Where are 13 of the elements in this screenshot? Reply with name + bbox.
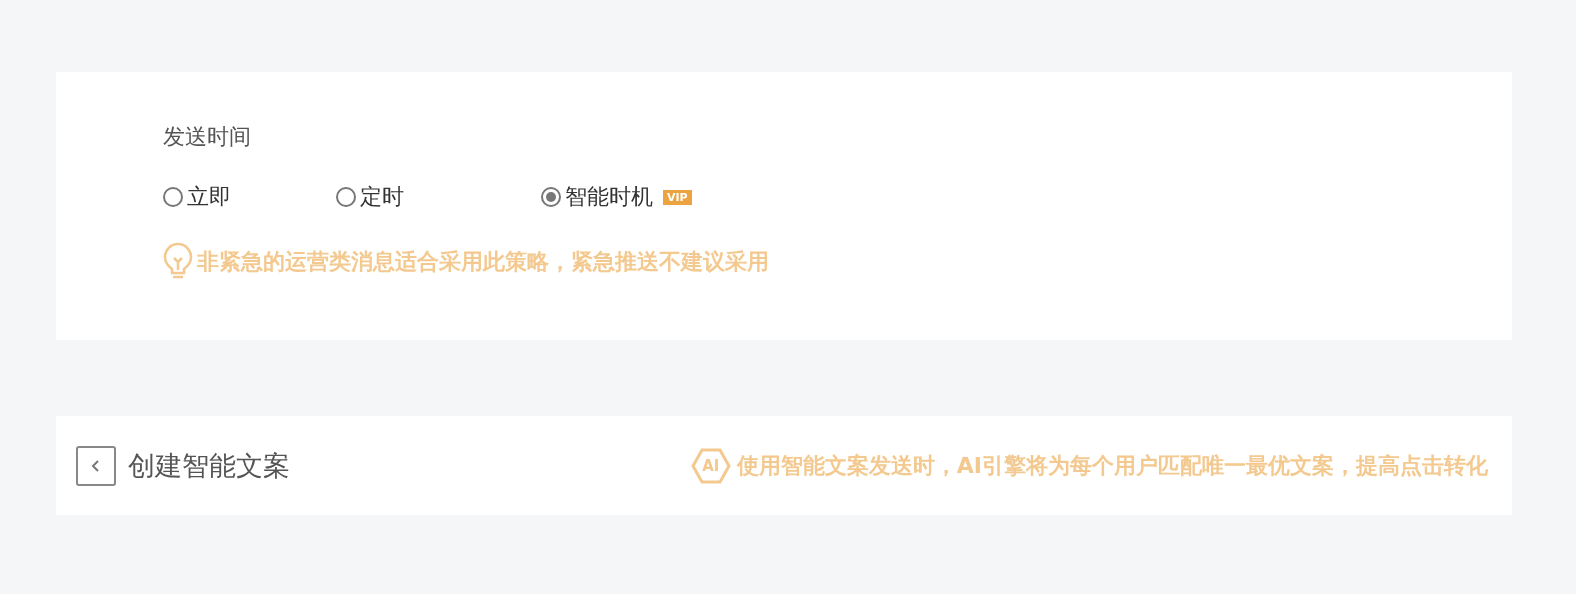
radio-button[interactable] [541,187,561,207]
radio-label[interactable]: 立即 [187,182,231,212]
radio-label[interactable]: 智能时机 [565,182,653,212]
tip-text: 非紧急的运营类消息适合采用此策略，紧急推送不建议采用 [197,248,769,276]
field-label: 发送时间 [163,123,252,151]
back-button[interactable] [76,445,116,486]
section-title: 创建智能文案 [128,448,290,483]
radio-button[interactable] [163,187,183,207]
vip-badge: VIP [663,189,692,205]
hint-text: 使用智能文案发送时，AI引擎将为每个用户匹配唯一最优文案，提高点击转化 [736,451,1488,480]
ai-badge: AI [690,447,731,484]
radio-button[interactable] [336,187,356,207]
radio-label[interactable]: 定时 [360,182,404,212]
